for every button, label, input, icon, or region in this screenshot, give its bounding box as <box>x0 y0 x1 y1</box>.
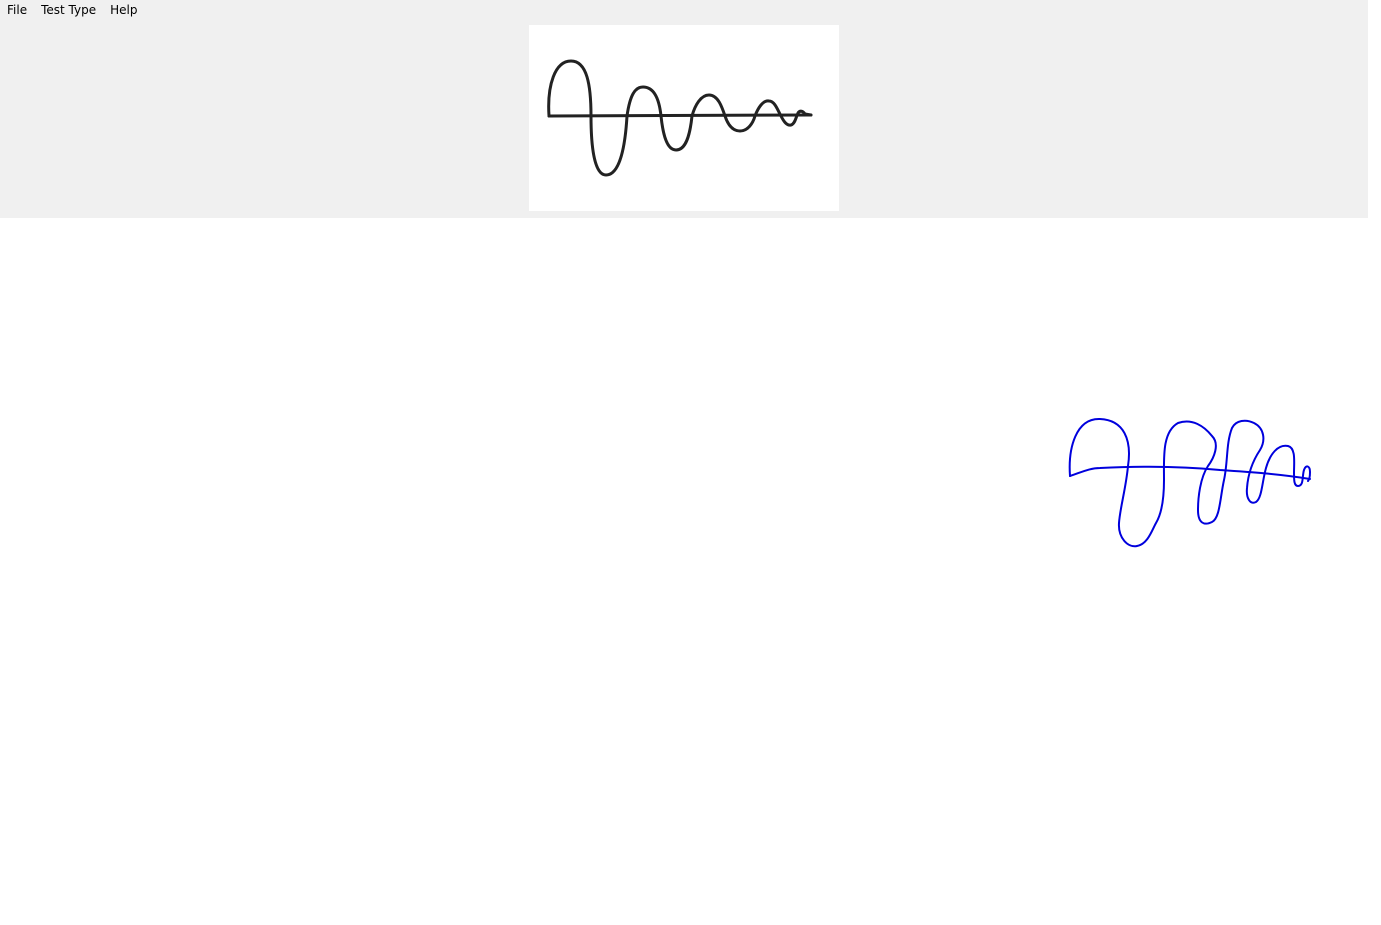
menu-help[interactable]: Help <box>103 0 144 20</box>
reference-wave-graphic <box>547 59 813 177</box>
menu-bar: File Test Type Help <box>0 0 144 20</box>
reference-image <box>529 25 839 211</box>
menu-test-type[interactable]: Test Type <box>34 0 103 20</box>
user-trace-graphic <box>1068 417 1311 548</box>
user-wave-stroke <box>1068 417 1311 548</box>
drawing-canvas[interactable] <box>0 218 1381 925</box>
user-baseline-stroke <box>1069 465 1311 480</box>
reference-wave <box>547 59 813 177</box>
reference-panel: File Test Type Help <box>0 0 1368 218</box>
app-window: File Test Type Help <box>0 0 1381 925</box>
menu-file[interactable]: File <box>0 0 34 20</box>
reference-baseline <box>547 113 813 118</box>
